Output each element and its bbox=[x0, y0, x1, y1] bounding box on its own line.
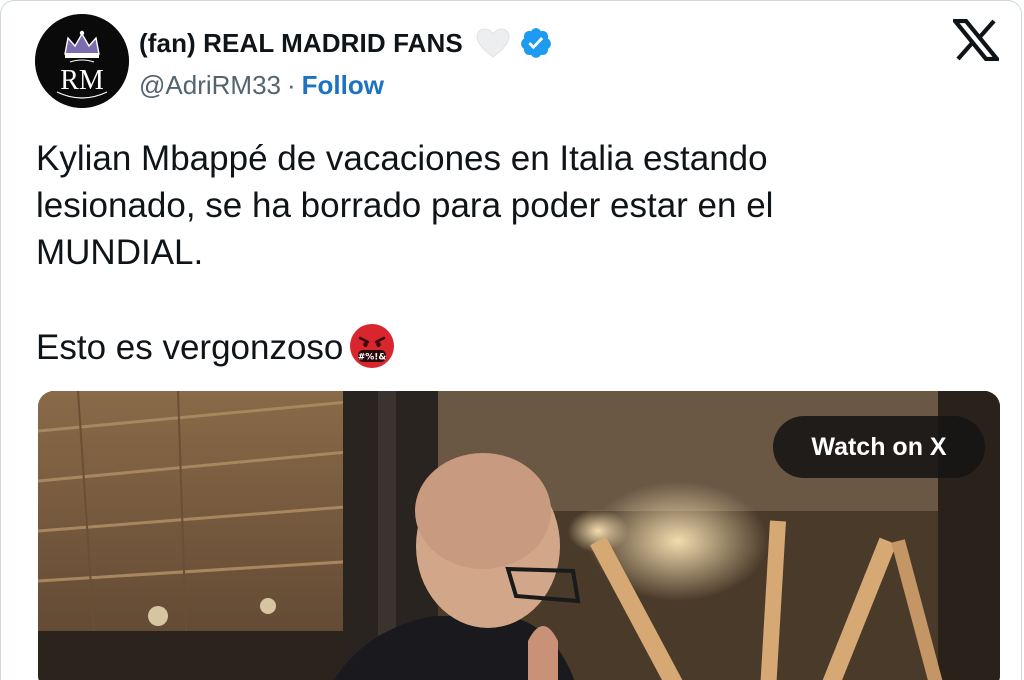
separator-dot: · bbox=[286, 69, 296, 100]
author-handle-row: @AdriRM33 · Follow bbox=[139, 65, 384, 105]
author-name-row: (fan) REAL MADRID FANS bbox=[139, 23, 553, 63]
emoji-symbols: #%!& bbox=[358, 353, 387, 363]
tweet-text-phrase: Esto es vergonzoso bbox=[36, 328, 344, 367]
face-with-symbols-on-mouth-icon: #%!& bbox=[349, 323, 395, 369]
avatar-monogram: RM bbox=[60, 65, 104, 96]
author-display-name[interactable]: (fan) REAL MADRID FANS bbox=[139, 28, 463, 59]
tweet-text-second-paragraph: Esto es vergonzoso #%!& bbox=[36, 323, 936, 371]
tweet-text-line: Kylian Mbappé de vacaciones en Italia es… bbox=[36, 139, 768, 178]
watch-on-x-button[interactable]: Watch on X bbox=[773, 416, 985, 478]
avatar[interactable]: RM bbox=[35, 14, 129, 108]
tweet-text-line: MUNDIAL. bbox=[36, 233, 204, 272]
follow-button[interactable]: Follow bbox=[302, 70, 384, 101]
tweet-text-line: lesionado, se ha borrado para poder esta… bbox=[36, 186, 774, 225]
tweet-text: Kylian Mbappé de vacaciones en Italia es… bbox=[36, 135, 936, 371]
white-heart-icon bbox=[475, 27, 511, 59]
author-handle[interactable]: @AdriRM33 bbox=[139, 70, 281, 101]
crown-icon: RM bbox=[35, 14, 129, 108]
verified-badge-icon[interactable] bbox=[519, 26, 553, 60]
tweet-card: RM (fan) REAL MADRID FANS @AdriRM33 · Fo… bbox=[0, 0, 1022, 680]
x-logo-icon[interactable] bbox=[950, 18, 1002, 62]
